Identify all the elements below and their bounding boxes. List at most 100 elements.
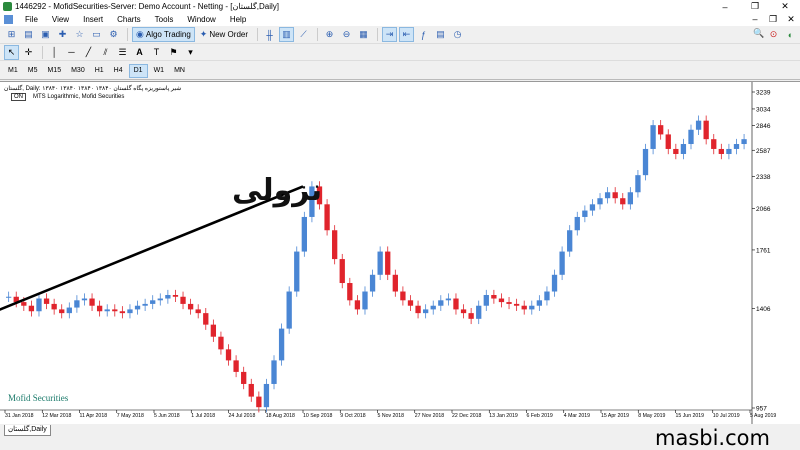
toolbar-divider (317, 28, 319, 41)
vertical-line-icon[interactable]: │ (47, 45, 62, 60)
trendline-icon[interactable]: ╱ (81, 45, 96, 60)
indicator-on-badge[interactable]: ON (11, 93, 26, 101)
candle-body (733, 144, 740, 149)
algo-trading-button[interactable]: ◉ Algo Trading (132, 27, 195, 42)
time-tick-label: 5 Jun 2018 (154, 413, 180, 419)
line-chart-icon[interactable]: ⟋ (296, 27, 311, 42)
menu-file[interactable]: File (18, 15, 45, 24)
timeframe-m15[interactable]: M15 (43, 64, 65, 78)
time-tick-label: 10 Jul 2019 (713, 413, 740, 419)
menu-tools[interactable]: Tools (148, 15, 181, 24)
algo-trading-label: Algo Trading (145, 30, 191, 39)
close-icon[interactable]: ✕ (770, 1, 800, 12)
chat-icon[interactable]: ⊙ (766, 27, 781, 42)
menu-insert[interactable]: Insert (76, 15, 110, 24)
data-window-icon[interactable]: ✚ (55, 27, 70, 42)
horizontal-line-icon[interactable]: ─ (64, 45, 79, 60)
trend-annotation: نزولی (232, 173, 323, 208)
zoom-out-icon[interactable]: ⊖ (339, 27, 354, 42)
candle-body (28, 305, 35, 312)
candle-body (271, 360, 277, 384)
candle-body (392, 274, 398, 292)
menu-help[interactable]: Help (223, 15, 253, 24)
maximize-icon[interactable]: ❐ (740, 1, 770, 12)
candle-body (559, 251, 565, 275)
timeframe-m30[interactable]: M30 (67, 64, 89, 78)
time-tick-label: 31 Jan 2018 (5, 413, 34, 419)
timeframe-w1[interactable]: W1 (150, 64, 169, 78)
price-tick-label: 2587 (756, 148, 771, 155)
candle-body (187, 303, 194, 310)
market-watch-icon[interactable]: ▣ (38, 27, 53, 42)
candle-body (476, 305, 482, 319)
candle-body (415, 305, 421, 314)
minimize-icon[interactable]: – (710, 2, 740, 12)
timeframe-h1[interactable]: H1 (91, 64, 108, 78)
fibonacci-icon[interactable]: ☰ (115, 45, 130, 60)
new-order-button[interactable]: ✦ New Order (197, 27, 251, 42)
timeframe-mn[interactable]: MN (170, 64, 189, 78)
candle-body (680, 144, 687, 154)
child-maximize-icon[interactable]: ❐ (764, 14, 782, 25)
cursor-icon[interactable]: ↖ (4, 44, 19, 60)
candlestick-icon[interactable]: ▥ (279, 27, 295, 42)
timeframe-m5[interactable]: M5 (24, 64, 42, 78)
indicators-icon[interactable]: ƒ (416, 27, 431, 42)
profiles-icon[interactable]: ▤ (21, 27, 36, 42)
candle-body (324, 204, 330, 231)
candle-body (180, 296, 186, 304)
chart-tab[interactable]: گلستان,Daily (4, 425, 51, 436)
candle-body (377, 251, 383, 275)
crosshair-icon[interactable]: ✛ (21, 45, 36, 60)
candle-body (119, 311, 126, 314)
candle-body (665, 134, 671, 149)
time-tick-label: 7 May 2018 (117, 413, 144, 419)
bar-chart-icon[interactable]: ╫ (262, 27, 277, 42)
new-chart-icon[interactable]: ⊞ (4, 27, 19, 42)
label-tool-icon[interactable]: T (149, 45, 164, 60)
toolbar-divider (42, 45, 43, 59)
menu-view[interactable]: View (45, 15, 76, 24)
navigator-icon[interactable]: ☆ (72, 27, 87, 42)
menu-window[interactable]: Window (180, 15, 222, 24)
new-order-icon: ✦ (199, 29, 208, 39)
candle-body (620, 198, 626, 205)
candle-body (362, 291, 368, 310)
time-tick-label: 15 Jun 2019 (676, 413, 705, 419)
zoom-in-icon[interactable]: ⊕ (322, 27, 337, 42)
chart-window[interactable]: 3239 3034 2846 2587 2338 2066 1761 1406 957 31 Ja… (0, 81, 800, 425)
templates-icon[interactable]: ▤ (433, 27, 448, 42)
broker-watermark: Mofid Securities (8, 393, 69, 403)
price-chart[interactable]: 3239 3034 2846 2587 2338 2066 1761 1406 957 31 Ja… (0, 82, 800, 425)
candle-body (332, 230, 338, 260)
candle-body (165, 294, 171, 299)
child-window-controls: – ❐ ✕ (746, 14, 800, 25)
tile-windows-icon[interactable]: ▦ (356, 27, 371, 42)
periods-icon[interactable]: ◷ (450, 27, 465, 42)
menu-charts[interactable]: Charts (110, 15, 148, 24)
timeframes-toolbar: M1 M5 M15 M30 H1 H4 D1 W1 MN (0, 62, 800, 80)
candle-body (711, 139, 717, 149)
time-tick-label: 9 Oct 2018 (340, 413, 365, 419)
account-icon[interactable]: ◐ (783, 27, 798, 42)
toolbar-divider (127, 28, 128, 41)
price-tick-label: 2066 (756, 206, 771, 213)
candle-body (650, 125, 656, 149)
timeframe-h4[interactable]: H4 (110, 64, 127, 78)
algo-trading-icon: ◉ (136, 29, 144, 39)
chart-shift-icon[interactable]: ⇤ (399, 27, 415, 42)
terminal-icon[interactable]: ▭ (89, 27, 104, 42)
dropdown-chevron-icon[interactable]: ▾ (183, 45, 198, 60)
channel-icon[interactable]: ⫽ (98, 45, 113, 60)
candle-body (36, 298, 42, 312)
text-tool-icon[interactable]: A (132, 45, 147, 60)
candle-body (278, 328, 285, 361)
auto-scroll-icon[interactable]: ⇥ (382, 27, 398, 42)
strategy-tester-icon[interactable]: ⚙ (106, 27, 121, 42)
child-minimize-icon[interactable]: – (746, 14, 764, 25)
timeframe-d1[interactable]: D1 (128, 63, 148, 78)
search-icon[interactable]: 🔍 (752, 28, 766, 41)
arrow-tool-icon[interactable]: ⚑ (166, 45, 181, 60)
timeframe-m1[interactable]: M1 (4, 64, 22, 78)
child-close-icon[interactable]: ✕ (782, 14, 800, 25)
